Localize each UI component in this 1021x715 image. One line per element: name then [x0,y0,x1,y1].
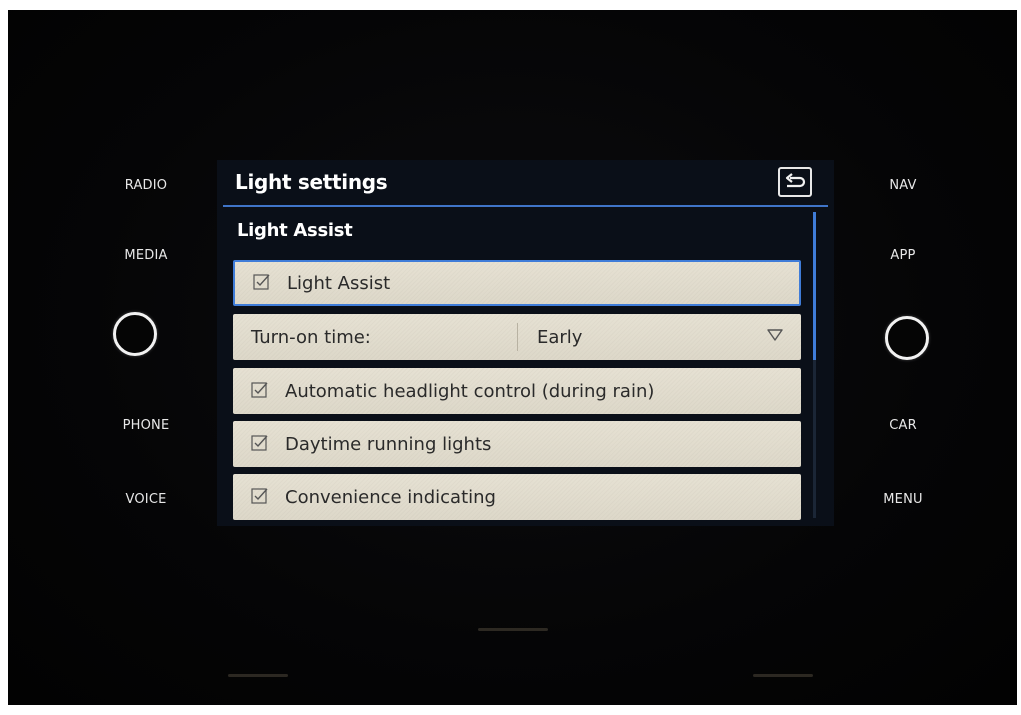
left-knob-icon[interactable] [113,312,157,356]
light-assist-label: Light Assist [287,272,391,294]
nav-button[interactable]: NAV [889,178,916,193]
bezel-reflection [478,628,548,631]
turn-on-time-row[interactable]: Turn-on time: Early [233,314,801,360]
checkbox-checked-icon[interactable] [251,435,269,453]
head-unit: RADIO MEDIA PHONE VOICE NAV APP CAR MENU… [0,0,1021,715]
radio-button[interactable]: RADIO [125,178,167,193]
checkbox-checked-icon[interactable] [251,488,269,506]
bezel-reflection [753,674,813,677]
back-arrow-icon [785,173,806,188]
daytime-running-label: Daytime running lights [285,433,492,455]
title-divider [223,205,828,207]
row-divider [517,323,518,351]
convenience-indicating-label: Convenience indicating [285,486,496,508]
auto-headlight-label: Automatic headlight control (during rain… [285,380,655,402]
section-heading: Light Assist [237,220,353,241]
back-button[interactable] [778,167,812,197]
turn-on-time-value[interactable]: Early [537,327,582,348]
voice-button[interactable]: VOICE [125,492,166,507]
app-button[interactable]: APP [890,248,915,263]
light-assist-checkbox-row[interactable]: Light Assist [233,260,801,306]
turn-on-time-label: Turn-on time: [251,326,371,348]
triangle-down-icon[interactable] [767,328,783,342]
right-knob-icon[interactable] [885,316,929,360]
checkbox-checked-icon[interactable] [253,274,271,292]
media-button[interactable]: MEDIA [124,248,167,263]
convenience-indicating-checkbox-row[interactable]: Convenience indicating [233,474,801,520]
auto-headlight-checkbox-row[interactable]: Automatic headlight control (during rain… [233,368,801,414]
page-title: Light settings [235,170,388,194]
scrollbar-thumb[interactable] [813,212,816,360]
car-button[interactable]: CAR [889,418,917,433]
phone-button[interactable]: PHONE [123,418,170,433]
daytime-running-checkbox-row[interactable]: Daytime running lights [233,421,801,467]
checkbox-checked-icon[interactable] [251,382,269,400]
menu-button[interactable]: MENU [883,492,922,507]
touch-screen: Light settings Light Assist Light Assist… [217,160,834,526]
bezel-reflection [228,674,288,677]
